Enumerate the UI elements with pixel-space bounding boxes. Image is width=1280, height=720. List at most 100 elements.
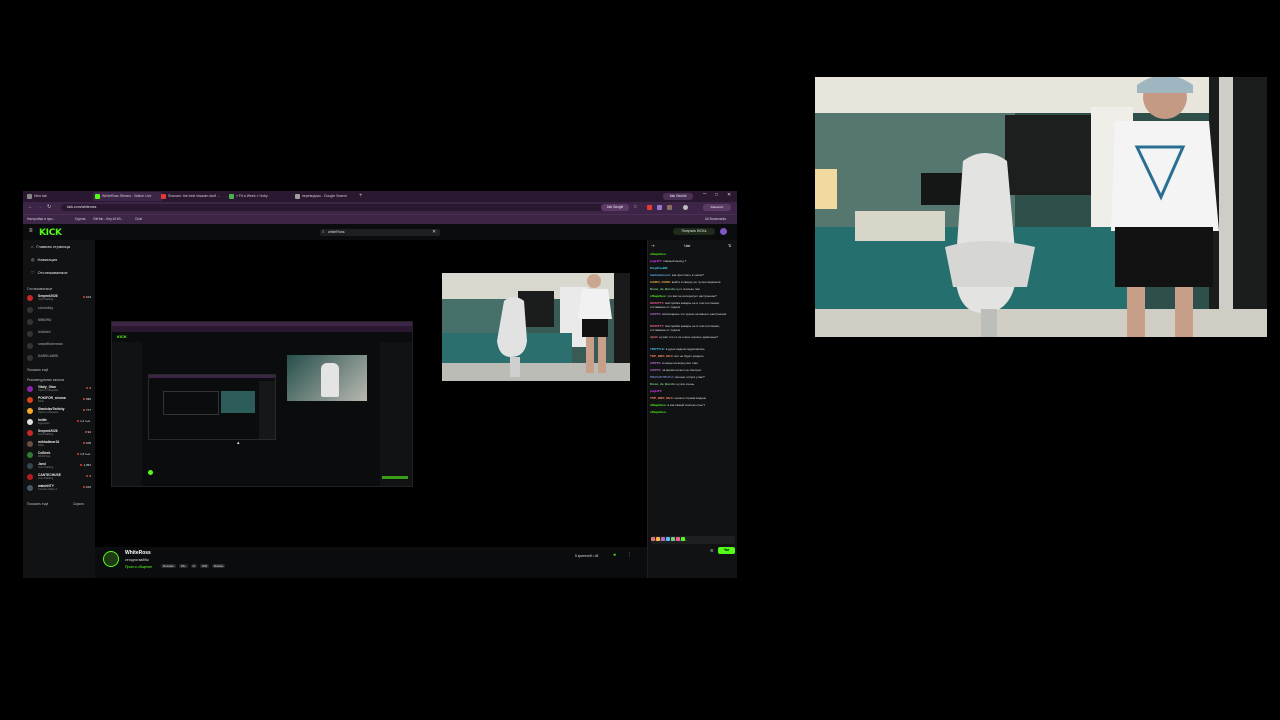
viewer-count: 5 зрителей • 46 [575,554,599,558]
share-icon[interactable]: ◂ [613,552,616,558]
menu-icon[interactable]: ≡ [29,228,33,234]
minimize-icon[interactable]: – [703,191,706,197]
chat-username[interactable]: KingTreeBR: [650,266,668,270]
relaunch-button[interactable]: Relaunch [703,204,731,211]
new-tab-button[interactable]: + [359,192,363,201]
recommended-channel[interactable]: POKIFOR_siruma Slots 696 [27,396,93,404]
recommended-channel[interactable]: Vitaly_Olan Просто общение 2 [27,385,93,393]
recommended-channel[interactable]: CoBeek World Cup 1,5 тыс. [27,451,93,459]
chat-username[interactable]: nfhuprikos: [650,403,667,407]
chat-username[interactable]: TROTTLE: [650,347,665,351]
tab-shazam[interactable]: Shazam: the best shazam stuff ... [159,192,230,201]
user-avatar[interactable] [720,228,727,235]
streamer-name[interactable]: WhiteRoss [125,550,151,556]
nav-following[interactable]: ♡ Отслеживаемое [31,270,68,275]
recommended-channel[interactable]: mihhailmer24 Slots 105 [27,440,93,448]
bookmark-item[interactable]: Группа [75,216,85,223]
nav-home[interactable]: ⌂ Главная страница [31,244,70,249]
emote-icon[interactable] [666,537,670,541]
tag[interactable]: Russian [161,564,176,568]
clear-search-icon[interactable]: ✕ [432,229,436,235]
recommended-channel[interactable]: watchNTY Counter-Strike 2 102 [27,484,93,492]
tab-new[interactable]: New tab [25,192,96,201]
chat-settings-icon[interactable]: ⇅ [728,243,731,248]
url-input[interactable]: kick.com/whiteross [61,204,621,211]
followed-channel[interactable]: DARKLAWIS [27,354,93,362]
followed-channel[interactable]: clonedisy [27,306,93,314]
kick-logo[interactable]: KICK [39,228,62,238]
back-icon[interactable]: ← [28,204,33,210]
extension-icon[interactable] [667,205,672,210]
tag[interactable]: chill [199,564,209,568]
tag[interactable]: irl [190,564,197,568]
tab-hoby[interactable]: » Fit a Week » Hoby [227,192,296,201]
recommended-channel[interactable]: CANTECHUSE Just Chatting 2 [27,473,93,481]
video-player[interactable]: KICK ▴ [95,240,647,547]
tab-kick-whiteross[interactable]: WhiteRoss Stream - Watch Live [93,192,162,201]
followed-channel[interactable]: smartfisherman [27,342,93,350]
tag[interactable]: Russia [211,564,225,568]
extension-icon[interactable] [647,205,652,210]
show-more-recommended-link[interactable]: Показать ещё [27,502,48,506]
chat-username[interactable]: PRAVAKTRUCH: [650,375,674,379]
chat-username[interactable]: TOP_BRO_MLG: [650,396,674,400]
chat-username[interactable]: hachimnovorr: [650,273,671,277]
chat-text: главный выход ? [662,259,687,263]
chat-username[interactable]: djnfd: [650,335,658,339]
chat-username[interactable]: AWIITS: [650,368,661,372]
bookmark-item[interactable]: GitHub - Key-M Wi... [93,216,123,223]
bookmark-item[interactable]: Chat [135,216,142,223]
chat-gear-icon[interactable]: ⚙ [710,548,714,553]
more-options-icon[interactable]: ⋮ [627,552,632,558]
followed-channel[interactable]: MINORU [27,318,93,326]
close-window-icon[interactable]: ✕ [727,192,731,198]
reload-icon[interactable]: ↻ [47,204,51,210]
emote-icon[interactable] [661,537,665,541]
search-input[interactable]: whiteRoss [320,229,440,236]
ask-gemini-button[interactable]: Ask Gemini [663,193,693,200]
chat-message: MOKITTY: Настройка камеры не в том состо… [650,324,736,332]
tab-google-search[interactable]: переводчик - Google Search [293,192,364,201]
extension-icon[interactable] [657,205,662,210]
chat-text: за время ничего не смотрел [662,367,702,372]
chat-username[interactable]: nfhuprikos: [650,252,667,256]
emote-icon[interactable] [651,537,655,541]
collapse-link[interactable]: Скрыть [73,502,84,506]
chat-username[interactable]: AWIITS: [650,361,661,365]
chat-username[interactable]: nfhuprikos: [650,410,667,414]
forward-icon[interactable]: → [37,204,42,210]
tag[interactable]: 18+ [178,564,188,568]
profile-avatar[interactable] [683,205,688,210]
recommended-channel[interactable]: StanislavTwitchy Просто общение 777 [27,407,93,415]
followed-channel[interactable]: Serpent2026 Just Chatting 104 [27,294,93,302]
recommended-channel[interactable]: Imitte Аудиория 1,1 тыс. [27,418,93,426]
nav-browse[interactable]: ◎ Навигация [31,257,57,262]
star-icon[interactable]: ☆ [633,204,637,210]
chat-username[interactable]: Dreas_de_Burola: [650,287,676,291]
get-kicks-button[interactable]: Получить KICKs [673,228,715,235]
followed-channel[interactable]: lolibitch [27,330,93,338]
emote-icon[interactable] [656,537,660,541]
ask-google-button[interactable]: Ask Google [601,204,629,211]
emote-icon[interactable] [671,537,675,541]
emote-icon[interactable] [676,537,680,541]
chat-username[interactable]: Dreas_de_Burola: [650,382,676,386]
all-bookmarks[interactable]: All Bookmarks [705,216,726,223]
chat-username[interactable]: CAIRO_COSS: [650,280,671,284]
chat-username[interactable]: AWIITS: [650,312,661,316]
maximize-icon[interactable]: □ [715,192,718,198]
emote-icon[interactable] [681,537,685,541]
recommended-channel[interactable]: Jarol Just Chatting 1,397 [27,462,93,470]
chat-username[interactable]: pngHTT: [650,389,662,393]
bookmark-item[interactable]: Настройки и про... [27,216,55,223]
chat-username[interactable]: nfhuprikos: [650,294,667,298]
collapse-chat-icon[interactable]: ⇥ [651,243,654,248]
chat-username[interactable]: pngHTT: [650,259,662,263]
streamer-avatar[interactable] [103,551,119,567]
chat-text: сколько отпуск у вас? [674,374,705,379]
recommended-channel[interactable]: Serpent2026 Just Chatting 94 [27,429,93,437]
chat-username[interactable]: TOP_BRO_MLG: [650,354,674,358]
stream-category[interactable]: Просто общение [125,565,152,569]
show-more-link[interactable]: Показать ещё [27,368,48,372]
chat-send-button[interactable]: Чат [718,547,735,554]
